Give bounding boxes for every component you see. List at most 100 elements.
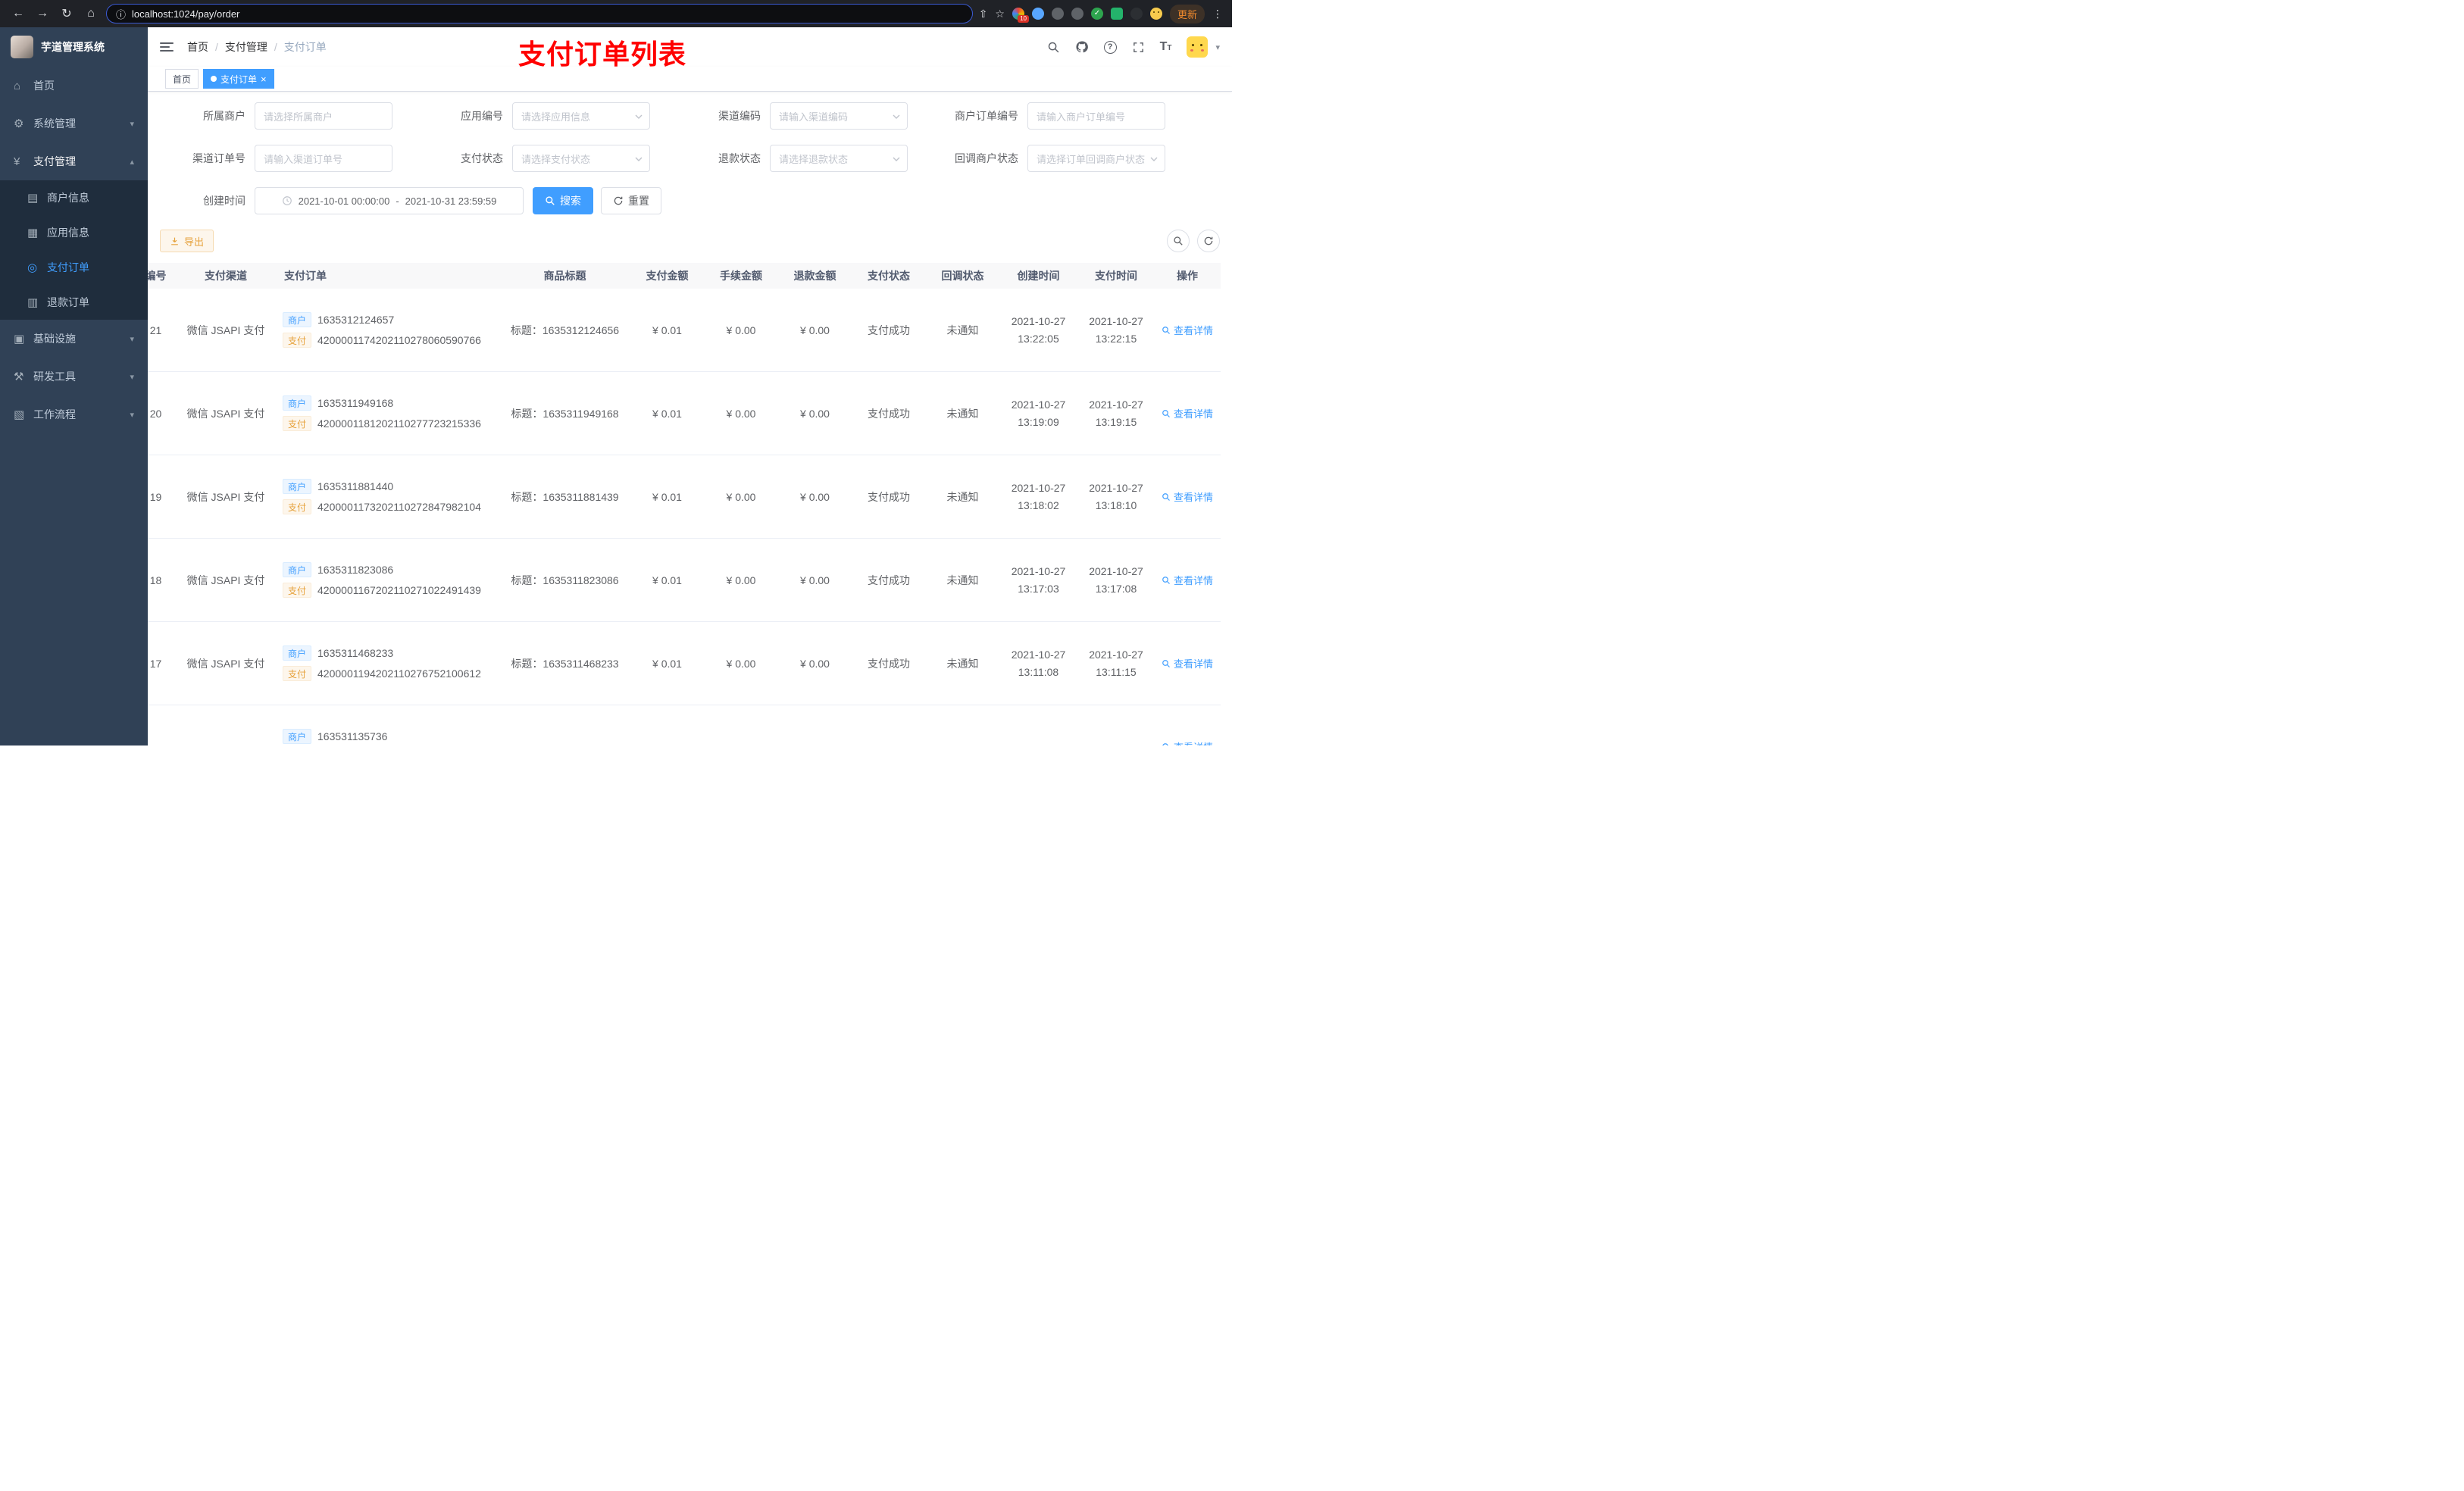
view-detail-link[interactable]: 查看详情	[1162, 739, 1213, 746]
sidebar-item-app-info[interactable]: ▦ 应用信息	[0, 215, 148, 250]
refund-amount-cell: ¥ 0.00	[800, 657, 830, 670]
merchant-filter-input[interactable]: 请选择所属商户	[255, 102, 392, 130]
extension-icon[interactable]	[1051, 8, 1064, 20]
column-header: 手续金额	[720, 270, 762, 282]
search-form: 所属商户 请选择所属商户 应用编号 请选择应用信息 渠道编码 请输入渠道编码 商…	[148, 102, 1232, 214]
sidebar-item-pay-order[interactable]: ◎ 支付订单	[0, 250, 148, 285]
page-title-annotation: 支付订单列表	[518, 39, 687, 70]
sidebar-item-system[interactable]: ⚙ 系统管理 ▾	[0, 105, 148, 142]
order-id-cell: 19	[149, 490, 162, 503]
extension-icon[interactable]: ✓	[1090, 8, 1103, 20]
extension-icon[interactable]	[1031, 8, 1044, 20]
fullscreen-icon[interactable]	[1132, 41, 1145, 54]
pay-channel-cell: 微信 JSAPI 支付	[186, 407, 265, 420]
view-detail-link[interactable]: 查看详情	[1162, 656, 1213, 670]
view-detail-link[interactable]: 查看详情	[1162, 406, 1213, 420]
chevron-down-icon	[892, 112, 901, 121]
sidebar-item-infra[interactable]: ▣ 基础设施 ▾	[0, 320, 148, 358]
share-icon[interactable]: ⇧	[979, 8, 988, 20]
sidebar-item-workflow[interactable]: ▧ 工作流程 ▾	[0, 395, 148, 433]
action-cell: 查看详情	[1154, 489, 1221, 504]
app-logo[interactable]: 芋道管理系统	[0, 27, 148, 67]
browser-forward-button[interactable]: →	[33, 5, 52, 23]
pay-amount-cell: ¥ 0.01	[652, 657, 682, 670]
merchant-order-no-input[interactable]: 请输入商户订单编号	[1027, 102, 1165, 130]
table-header: 编号 支付渠道 支付订单 商品标题 支付金额 手续金额 退款金额 支付状态 回调…	[148, 263, 1221, 289]
column-header: 回调状态	[941, 270, 984, 282]
create-time-cell: 2021-10-27 13:18:02	[1011, 482, 1066, 511]
extension-icon[interactable]	[1071, 8, 1083, 20]
extension-icon[interactable]	[1110, 8, 1123, 20]
field-label: 退款状态	[718, 152, 761, 164]
bookmark-star-icon[interactable]: ☆	[995, 8, 1005, 20]
table-row: 20 微信 JSAPI 支付 商户 1635311949168 支付 42000…	[148, 372, 1221, 455]
channel-code-select[interactable]: 请输入渠道编码	[770, 102, 908, 130]
table-toolbar: 导出	[148, 230, 1232, 252]
breadcrumb-home[interactable]: 首页	[187, 39, 208, 55]
github-icon[interactable]	[1075, 40, 1089, 54]
browser-reload-button[interactable]: ↻	[58, 5, 76, 23]
pay-order-cell: 商户 1635311949168 支付 42000011812021102777…	[275, 390, 499, 436]
field-label: 应用编号	[461, 110, 503, 122]
tab-home[interactable]: 首页	[165, 69, 199, 89]
pay-status-select[interactable]: 请选择支付状态	[512, 145, 650, 172]
sidebar-item-merchant-info[interactable]: ▤ 商户信息	[0, 180, 148, 215]
create-time-cell: 2021-10-27 13:19:09	[1011, 399, 1066, 428]
browser-update-button[interactable]: 更新	[1169, 4, 1205, 23]
browser-menu-icon[interactable]: ⋮	[1212, 8, 1223, 20]
avatar[interactable]	[1187, 36, 1209, 58]
reset-button[interactable]: 重置	[601, 187, 661, 214]
sidebar-item-pay[interactable]: ¥ 支付管理 ▴	[0, 142, 148, 180]
field-label: 所属商户	[203, 110, 245, 122]
app-title: 芋道管理系统	[41, 41, 105, 53]
avatar-caret-icon[interactable]: ▾	[1215, 42, 1220, 52]
sidebar-item-refund-order[interactable]: ▥ 退款订单	[0, 285, 148, 320]
export-button[interactable]: 导出	[160, 230, 214, 252]
chevron-down-icon	[892, 155, 901, 164]
tags-view: 首页 支付订单 ×	[148, 67, 1232, 92]
extension-icon[interactable]: 10	[1012, 8, 1029, 23]
toggle-search-button[interactable]	[1167, 230, 1190, 252]
breadcrumb: 首页 / 支付管理 / 支付订单	[187, 39, 327, 55]
hamburger-icon[interactable]	[160, 42, 174, 52]
view-detail-link[interactable]: 查看详情	[1162, 323, 1213, 337]
channel-transaction-no: 4200001174202110278060590766	[317, 334, 481, 346]
browser-back-button[interactable]: ←	[9, 5, 27, 23]
view-detail-link[interactable]: 查看详情	[1162, 489, 1213, 504]
search-button[interactable]: 搜索	[533, 187, 593, 214]
logo-image	[11, 36, 33, 58]
merchant-order-no: 163531135736	[317, 730, 388, 742]
refund-amount-cell: ¥ 0.00	[800, 490, 830, 503]
pay-amount-cell: ¥ 0.01	[652, 574, 682, 586]
browser-home-button[interactable]: ⌂	[82, 5, 100, 23]
pay-order-cell: 商户 163531135736 支付	[275, 724, 499, 746]
address-bar[interactable]: ⓘ localhost:1024/pay/order	[106, 4, 973, 23]
sidebar-item-devtool[interactable]: ⚒ 研发工具 ▾	[0, 358, 148, 395]
font-size-icon[interactable]: TT	[1160, 40, 1172, 54]
column-header: 操作	[1177, 270, 1198, 282]
pay-order-cell: 商户 1635311823086 支付 42000011672021102710…	[275, 557, 499, 603]
site-info-icon[interactable]: ⓘ	[116, 7, 126, 21]
close-tab-icon[interactable]: ×	[261, 73, 267, 85]
orders-table: 编号 支付渠道 支付订单 商品标题 支付金额 手续金额 退款金额 支付状态 回调…	[148, 263, 1232, 746]
app-filter-select[interactable]: 请选择应用信息	[512, 102, 650, 130]
search-icon[interactable]	[1047, 41, 1060, 54]
chevron-down-icon: ▾	[130, 372, 134, 382]
create-time-range-picker[interactable]: 2021-10-01 00:00:00 - 2021-10-31 23:59:5…	[255, 187, 524, 214]
breadcrumb-pay[interactable]: 支付管理	[225, 39, 267, 55]
channel-order-no-input[interactable]: 请输入渠道订单号	[255, 145, 392, 172]
product-title-cell: 标题：1635311881439	[511, 490, 619, 503]
refund-status-select[interactable]: 请选择退款状态	[770, 145, 908, 172]
extension-icon[interactable]	[1149, 8, 1162, 20]
dashboard-icon: ⌂	[14, 79, 21, 92]
notify-status-select[interactable]: 请选择订单回调商户状态	[1027, 145, 1165, 172]
extension-icon[interactable]	[1130, 8, 1143, 20]
refund-amount-cell: ¥ 0.00	[800, 324, 830, 336]
tool-icon: ⚒	[14, 370, 24, 383]
tab-pay-order[interactable]: 支付订单 ×	[203, 69, 274, 89]
sidebar-item-home[interactable]: ⌂ 首页	[0, 67, 148, 105]
help-icon[interactable]: ?	[1103, 40, 1117, 54]
merchant-tag: 商户	[283, 562, 312, 577]
refresh-table-button[interactable]	[1197, 230, 1220, 252]
view-detail-link[interactable]: 查看详情	[1162, 573, 1213, 587]
